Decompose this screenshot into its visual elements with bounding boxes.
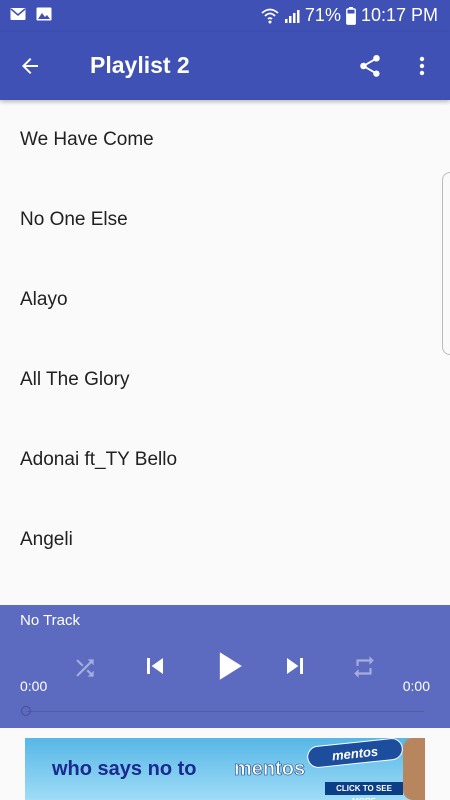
track-item[interactable]: Alayo	[0, 260, 450, 340]
track-list: We Have Come No One Else Alayo All The G…	[0, 100, 450, 605]
player-bar: No Track 0:00 0:00	[0, 605, 450, 728]
battery-icon	[346, 6, 356, 25]
clock: 10:17 PM	[360, 5, 438, 25]
track-item[interactable]: All The Glory	[0, 340, 450, 420]
next-button[interactable]	[278, 649, 312, 683]
play-icon	[219, 652, 242, 680]
shuffle-icon	[76, 659, 94, 677]
image-icon	[36, 7, 52, 21]
next-icon	[287, 658, 303, 674]
seek-thumb[interactable]	[21, 706, 31, 716]
fast-scroll-handle[interactable]	[442, 172, 450, 355]
ad-brand: mentos	[234, 758, 306, 781]
signal-icon	[284, 8, 300, 24]
more-vert-icon	[419, 56, 425, 76]
back-button[interactable]	[14, 50, 46, 82]
previous-icon	[147, 658, 163, 674]
repeat-icon	[354, 656, 374, 678]
ad-banner[interactable]: who says no to mentos mentos CLICK TO SE…	[25, 738, 425, 800]
track-item[interactable]: Adonai ft_TY Bello	[0, 420, 450, 500]
mail-icon	[10, 7, 26, 21]
current-time: 0:00	[20, 678, 48, 694]
app-bar: Playlist 2	[0, 32, 450, 100]
page-title: Playlist 2	[90, 52, 190, 78]
seek-bar[interactable]	[26, 711, 424, 712]
back-arrow-icon	[22, 58, 38, 74]
shuffle-button[interactable]	[70, 653, 100, 683]
ad-cta-button[interactable]: CLICK TO SEE MORE	[325, 782, 403, 800]
total-time: 0:00	[402, 678, 430, 694]
play-button[interactable]	[206, 643, 252, 689]
wifi-icon	[261, 8, 279, 24]
ad-hand-image	[403, 738, 425, 800]
battery-percent: 71%	[304, 5, 341, 25]
share-button[interactable]	[354, 50, 386, 82]
ad-area: who says no to mentos mentos CLICK TO SE…	[0, 728, 450, 800]
previous-button[interactable]	[138, 649, 172, 683]
track-item[interactable]: No One Else	[0, 180, 450, 260]
now-playing-title: No Track	[20, 612, 81, 629]
status-bar: 71% 10:17 PM	[0, 0, 450, 32]
repeat-button[interactable]	[348, 651, 380, 683]
more-options-button[interactable]	[408, 50, 436, 82]
track-item[interactable]: Angeli	[0, 500, 450, 580]
ad-product-pack: mentos	[306, 738, 404, 769]
ad-headline: who says no to	[52, 758, 197, 780]
track-item[interactable]: We Have Come	[0, 100, 450, 180]
share-icon	[360, 55, 380, 77]
